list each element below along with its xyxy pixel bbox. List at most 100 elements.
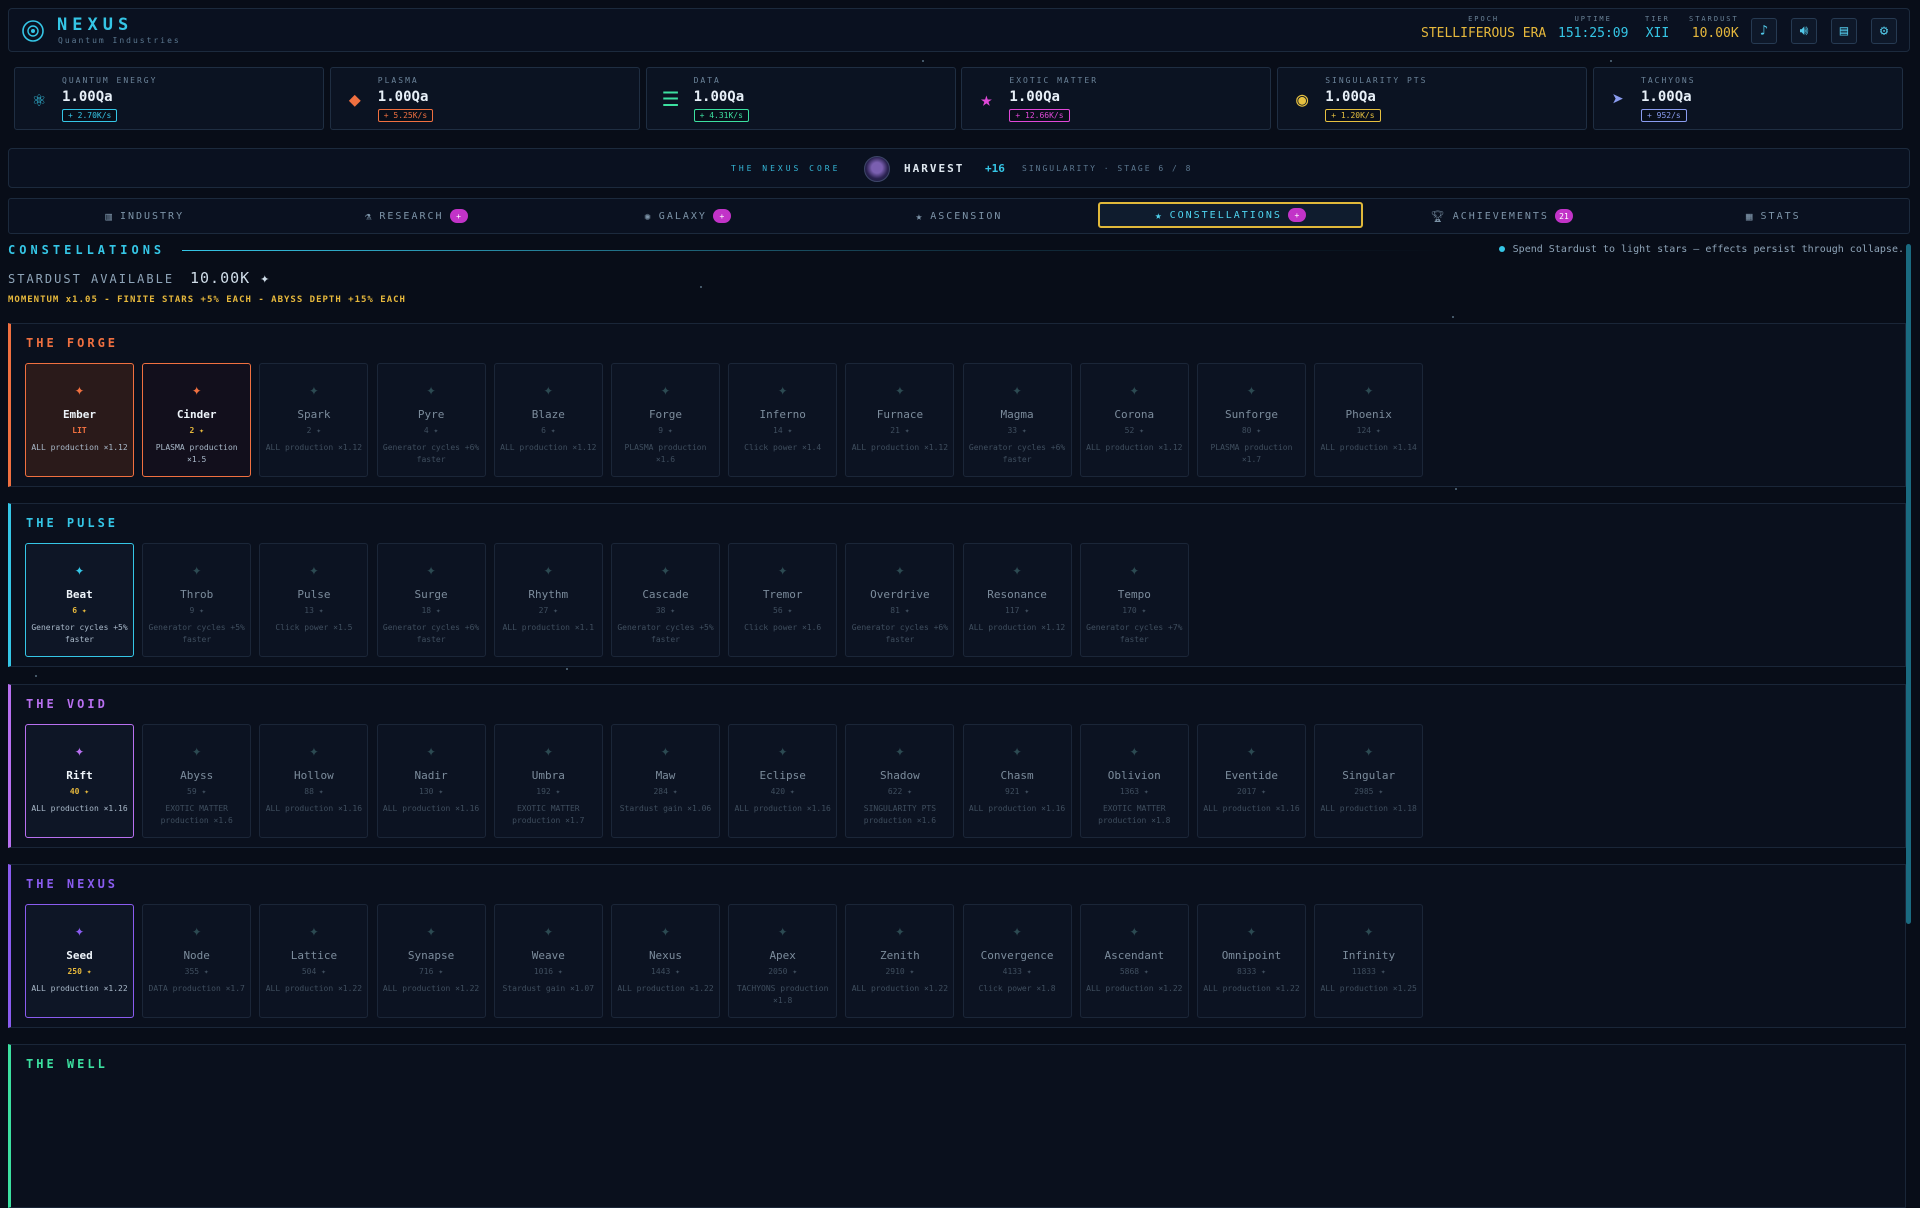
star-card-inferno[interactable]: ✦ Inferno 14 ✦ Click power ×1.4 <box>728 363 838 477</box>
star-card-blaze[interactable]: ✦ Blaze 6 ✦ ALL production ×1.12 <box>493 363 603 477</box>
tab-ascension[interactable]: ★ ASCENSION <box>823 199 1094 233</box>
star-card-ember[interactable]: ✦ Ember LIT ALL production ×1.12 <box>25 363 134 477</box>
star-card-overdrive[interactable]: ✦ Overdrive 81 ✦ Generator cycles +6% faste… <box>845 543 955 657</box>
star-card-sunforge[interactable]: ✦ Sunforge 80 ✦ PLASMA production ×1.7 <box>1197 363 1306 477</box>
tab-industry[interactable]: ▥ INDUSTRY <box>9 199 280 233</box>
star-card-maw[interactable]: ✦ Maw 284 ✦ Stardust gain ×1.06 <box>611 724 720 838</box>
star-card-eventide[interactable]: ✦ Eventide 2017 ✦ ALL production ×1.16 <box>1197 724 1306 838</box>
star-name: Inferno <box>759 408 806 421</box>
star-card-synapse[interactable]: ✦ Synapse 716 ✦ ALL production ×1.22 <box>376 904 486 1018</box>
nexus-logo-icon <box>22 20 44 42</box>
star-card-resonance[interactable]: ✦ Resonance 117 ✦ ALL production ×1.12 <box>962 543 1072 657</box>
resource-card: ◆ PLASMA 1.00Qa + 5.25K/s <box>329 67 640 130</box>
resource-value: 1.00Qa <box>62 89 113 105</box>
star-card-spark[interactable]: ✦ Spark 2 ✦ ALL production ×1.12 <box>259 363 369 477</box>
tab-constellations[interactable]: ★ CONSTELLATIONS + <box>1097 202 1364 228</box>
harvest-gain: +16 <box>985 162 1005 175</box>
star-effect: ALL production ×1.12 <box>1086 443 1183 452</box>
star-card-abyss[interactable]: ✦ Abyss 59 ✦ EXOTIC MATTER production ×1.6 <box>142 724 252 838</box>
tab-achievements[interactable]: 🏆︎ ACHIEVEMENTS 21 <box>1366 199 1637 233</box>
resource-value: 1.00Qa <box>693 89 745 105</box>
star-cost: 284 ✦ <box>653 787 678 796</box>
star-effect: ALL production ×1.12 <box>851 443 949 452</box>
music-button[interactable]: ♪ <box>1751 18 1777 44</box>
tab-galaxy[interactable]: ✺ GALAXY + <box>552 199 823 233</box>
star-cost: 40 ✦ <box>69 787 90 796</box>
star-card-tempo[interactable]: ✦ Tempo 170 ✦ Generator cycles +7% faster <box>1079 543 1189 657</box>
log-button[interactable]: ▤ <box>1831 18 1857 44</box>
star-card-apex[interactable]: ✦ Apex 2050 ✦ TACHYONS production ×1.8 <box>728 904 838 1018</box>
core-orb-icon[interactable] <box>864 156 890 182</box>
star-name: Beat <box>66 588 93 601</box>
scrollbar[interactable] <box>1906 244 1911 924</box>
resource-card: ☰ DATA 1.00Qa + 4.31K/s <box>645 67 956 130</box>
star-card-phoenix[interactable]: ✦ Phoenix 124 ✦ ALL production ×1.14 <box>1314 363 1424 477</box>
star-card-nexus[interactable]: ✦ Nexus 1443 ✦ ALL production ×1.22 <box>611 904 720 1018</box>
star-card-surge[interactable]: ✦ Surge 18 ✦ Generator cycles +6% faster <box>376 543 486 657</box>
star-cost: 250 ✦ <box>67 967 92 976</box>
star-card-weave[interactable]: ✦ Weave 1016 ✦ Stardust gain ×1.07 <box>493 904 603 1018</box>
star-card-omnipoint[interactable]: ✦ Omnipoint 8333 ✦ ALL production ×1.22 <box>1197 904 1306 1018</box>
star-icon: ✦ <box>1129 380 1140 399</box>
resource-rate: + 12.66K/s <box>1009 109 1070 122</box>
star-card-rhythm[interactable]: ✦ Rhythm 27 ✦ ALL production ×1.1 <box>493 543 603 657</box>
tachyon-icon: ➤ <box>1611 87 1625 111</box>
star-effect: ALL production ×1.16 <box>265 804 363 813</box>
star-card-furnace[interactable]: ✦ Furnace 21 ✦ ALL production ×1.12 <box>845 363 955 477</box>
star-name: Blaze <box>531 408 565 421</box>
star-card-throb[interactable]: ✦ Throb 9 ✦ Generator cycles +5% faster <box>142 543 252 657</box>
star-card-umbra[interactable]: ✦ Umbra 192 ✦ EXOTIC MATTER production ×1.7 <box>493 724 603 838</box>
star-card-cascade[interactable]: ✦ Cascade 38 ✦ Generator cycles +5% faster <box>611 543 720 657</box>
star-card-pulse[interactable]: ✦ Pulse 13 ✦ Click power ×1.5 <box>259 543 369 657</box>
star-effect: Generator cycles +6% faster <box>968 443 1066 464</box>
resource-value: 1.00Qa <box>1325 89 1376 105</box>
tab-research[interactable]: ⚗ RESEARCH + <box>280 199 551 233</box>
star-cost: 27 ✦ <box>538 606 558 615</box>
star-card-node[interactable]: ✦ Node 355 ✦ DATA production ×1.7 <box>142 904 252 1018</box>
tab-label: INDUSTRY <box>119 210 185 222</box>
star-card-corona[interactable]: ✦ Corona 52 ✦ ALL production ×1.12 <box>1079 363 1189 477</box>
star-effect: TACHYONS production ×1.8 <box>736 984 829 1005</box>
star-card-ascendant[interactable]: ✦ Ascendant 5868 ✦ ALL production ×1.22 <box>1079 904 1189 1018</box>
star-card-pyre[interactable]: ✦ Pyre 4 ✦ Generator cycles +6% faster <box>376 363 486 477</box>
star-card-lattice[interactable]: ✦ Lattice 504 ✦ ALL production ×1.22 <box>259 904 369 1018</box>
star-name: Resonance <box>987 588 1047 601</box>
star-card-magma[interactable]: ✦ Magma 33 ✦ Generator cycles +6% faster <box>962 363 1072 477</box>
harvest-button[interactable]: HARVEST <box>904 162 964 175</box>
star-card-nadir[interactable]: ✦ Nadir 130 ✦ ALL production ×1.16 <box>376 724 486 838</box>
settings-button[interactable]: ⚙ <box>1871 18 1897 44</box>
star-icon: ✦ <box>1012 741 1022 760</box>
star-card-convergence[interactable]: ✦ Convergence 4133 ✦ Click power ×1.8 <box>962 904 1072 1018</box>
star-card-chasm[interactable]: ✦ Chasm 921 ✦ ALL production ×1.16 <box>962 724 1072 838</box>
star-card-tremor[interactable]: ✦ Tremor 56 ✦ Click power ×1.6 <box>728 543 838 657</box>
resource-value: 1.00Qa <box>377 89 429 105</box>
star-card-beat[interactable]: ✦ Beat 6 ✦ Generator cycles +5% faster <box>25 543 134 657</box>
star-card-singular[interactable]: ✦ Singular 2985 ✦ ALL production ×1.18 <box>1314 724 1424 838</box>
constellations-title: CONSTELLATIONS <box>8 243 166 257</box>
star-card-infinity[interactable]: ✦ Infinity 11833 ✦ ALL production ×1.25 <box>1314 904 1424 1018</box>
volume-button[interactable]: 🔊︎ <box>1791 18 1817 44</box>
tier-label: TIER <box>1645 15 1670 23</box>
background-star <box>1455 488 1457 490</box>
nexus-core-bar[interactable]: THE NEXUS CORE HARVEST +16 SINGULARITY ·… <box>8 148 1910 188</box>
star-card-rift[interactable]: ✦ Rift 40 ✦ ALL production ×1.16 <box>25 724 134 838</box>
star-card-forge[interactable]: ✦ Forge 9 ✦ PLASMA production ×1.6 <box>611 363 720 477</box>
group-title: THE FORGE <box>26 336 119 350</box>
star-card-cinder[interactable]: ✦ Cinder 2 ✦ PLASMA production ×1.5 <box>142 363 252 477</box>
momentum-text: MOMENTUM x1.05 - FINITE STARS +5% EACH -… <box>8 295 406 305</box>
star-card-eclipse[interactable]: ✦ Eclipse 420 ✦ ALL production ×1.16 <box>728 724 838 838</box>
star-effect: ALL production ×1.12 <box>968 623 1066 632</box>
resource-label: DATA <box>693 76 721 85</box>
star-card-shadow[interactable]: ✦ Shadow 622 ✦ SINGULARITY PTS production ×… <box>845 724 955 838</box>
star-card-oblivion[interactable]: ✦ Oblivion 1363 ✦ EXOTIC MATTER production … <box>1079 724 1189 838</box>
star-name: Magma <box>1000 408 1034 421</box>
chart-icon: ▥ <box>105 209 114 223</box>
star-card-hollow[interactable]: ✦ Hollow 88 ✦ ALL production ×1.16 <box>259 724 369 838</box>
atom-icon: ⚛ <box>32 87 46 111</box>
star-icon: ✦ <box>1012 560 1022 579</box>
tab-stats[interactable]: ▦ STATS <box>1638 199 1909 233</box>
star-icon: ✦ <box>426 380 436 399</box>
tab-label: GALAXY <box>658 210 707 222</box>
star-card-zenith[interactable]: ✦ Zenith 2910 ✦ ALL production ×1.22 <box>845 904 955 1018</box>
star-card-seed[interactable]: ✦ Seed 250 ✦ ALL production ×1.22 <box>25 904 134 1018</box>
